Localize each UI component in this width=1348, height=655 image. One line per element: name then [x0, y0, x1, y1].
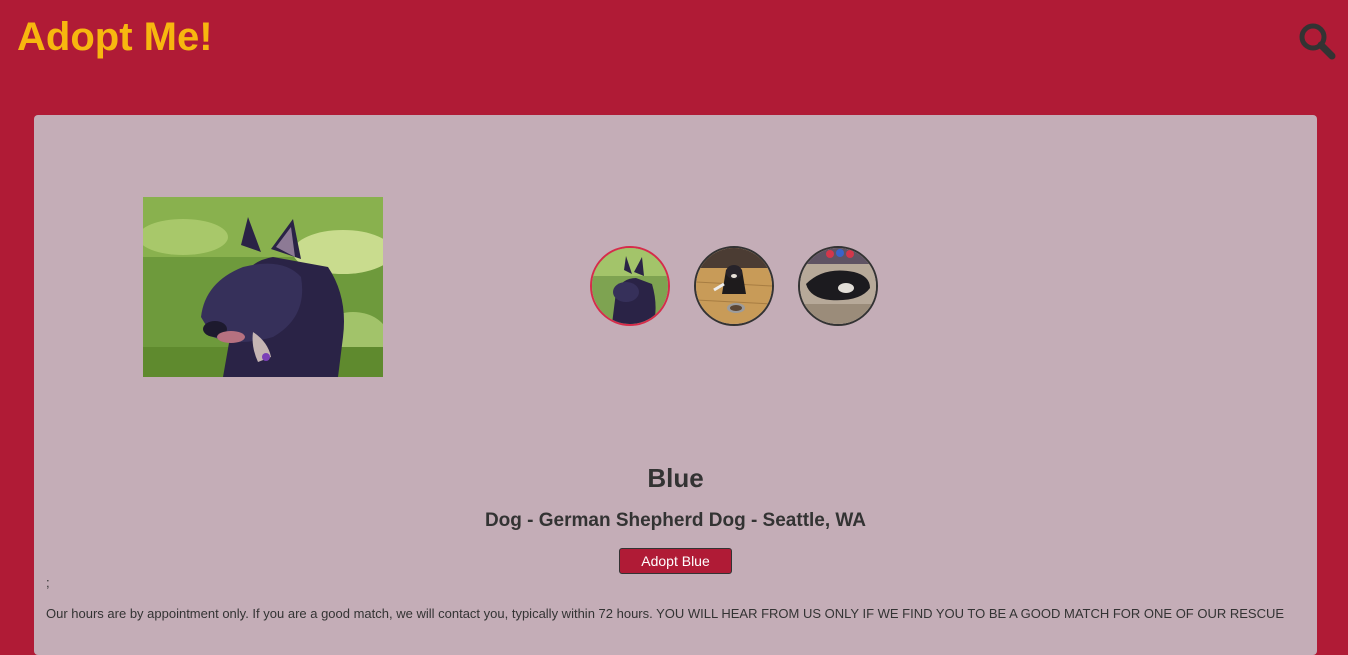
pet-hero-image	[143, 197, 383, 377]
adopt-button[interactable]: Adopt Blue	[619, 548, 732, 574]
pet-thumbnail-2[interactable]	[694, 246, 774, 326]
dog-photo-icon	[696, 248, 772, 324]
stray-text: ;	[46, 575, 50, 590]
pet-thumbnail-3[interactable]	[798, 246, 878, 326]
site-logo-link[interactable]: Adopt Me!	[17, 13, 213, 61]
pet-meta-subheading: Dog - German Shepherd Dog - Seattle, WA	[484, 510, 867, 531]
pet-name-heading: Blue	[647, 463, 704, 493]
site-header: Adopt Me!	[0, 0, 1348, 90]
pet-thumbnail-1[interactable]	[590, 246, 670, 326]
search-icon[interactable]	[1298, 22, 1336, 60]
pet-description: Our hours are by appointment only. If yo…	[46, 606, 1285, 621]
dog-photo-icon	[592, 248, 668, 324]
dog-photo-icon	[800, 248, 876, 324]
pet-details-card: Blue Dog - German Shepherd Dog - Seattle…	[34, 115, 1317, 655]
